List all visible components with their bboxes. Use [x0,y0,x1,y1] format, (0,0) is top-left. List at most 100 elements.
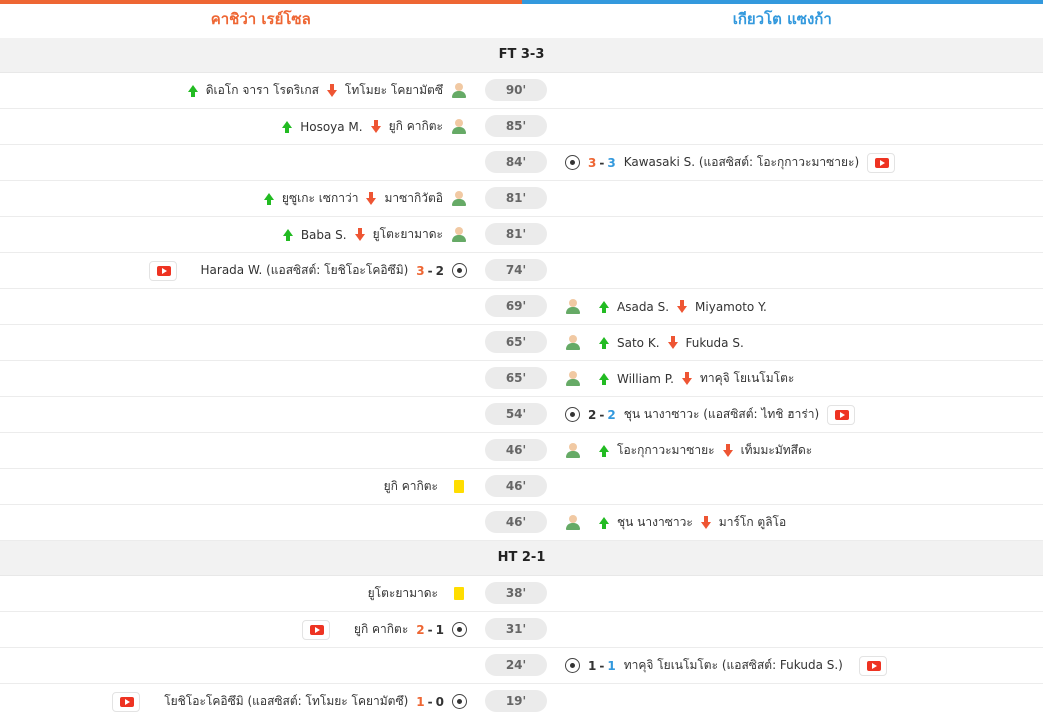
arrow-down-icon [327,90,337,97]
goal-score: 3-3 [588,156,616,170]
event-row: 65' William P. ทาคุจิ โยเนโมโตะ [0,361,1043,397]
goal-scorer[interactable]: ชุน นางาซาวะ (แอสซิสต์: ไทชิ ฮาร่า) [624,405,819,424]
event-minute: 84' [485,151,547,173]
event-row: 54' 2-2 ชุน นางาซาวะ (แอสซิสต์: ไทชิ ฮาร… [0,397,1043,433]
yellow-card-icon [454,480,464,493]
player-icon [565,371,581,386]
player-out[interactable]: โทโมยะ โคยามัตซึ [345,81,443,100]
event-minute: 65' [485,331,547,353]
goal-scorer[interactable]: Harada W. (แอสซิสต์: โยชิโอะโคอิซึมิ) [201,261,409,280]
score-separator: - [599,659,604,673]
arrow-up-icon [188,85,198,92]
booked-player[interactable]: ยูโตะยามาดะ [368,584,438,603]
player-in[interactable]: ยูซูเกะ เซกาว่า [282,189,359,208]
event-minute: 54' [485,403,547,425]
video-icon[interactable] [302,620,330,640]
player-out[interactable]: ยูโตะยามาดะ [373,225,443,244]
home-event: Baba S. ยูโตะยามาดะ [279,217,471,252]
arrow-up-icon [599,337,609,344]
player-in[interactable]: Baba S. [301,228,347,242]
arrow-down-icon [682,378,692,385]
player-icon [565,515,581,530]
football-icon [565,658,580,673]
arrow-up-icon [283,229,293,236]
score-separator: - [428,695,433,709]
event-minute: 65' [485,367,547,389]
goal-scorer[interactable]: Kawasaki S. (แอสซิสต์: โอะกุกาวะมาซายะ) [624,153,859,172]
player-out[interactable]: Fukuda S. [686,336,744,350]
event-minute: 81' [485,223,547,245]
event-row: ยูกิ คากิตะ 2-1 31' [0,612,1043,648]
football-icon [452,263,467,278]
score-away: 2 [607,408,615,422]
player-out[interactable]: มาซากิวัตอิ [384,189,443,208]
score-home: 1 [416,695,424,709]
score-away: 2 [436,264,444,278]
football-icon [452,694,467,709]
player-out[interactable]: เท็มมะมัทสึดะ [741,441,813,460]
player-in[interactable]: William P. [617,372,674,386]
player-out[interactable]: มาร์โก ตูลิโอ [719,513,786,532]
player-icon [451,83,467,98]
score-home: 2 [416,623,424,637]
event-row: 84' 3-3 Kawasaki S. (แอสซิสต์: โอะกุกาวะ… [0,145,1043,181]
video-icon[interactable] [859,656,887,676]
score-away: 3 [607,156,615,170]
arrow-down-icon [668,342,678,349]
away-event: William P. ทาคุจิ โยเนโมโตะ [561,361,798,396]
player-in[interactable]: ชุน นางาซาวะ [617,513,693,532]
away-team-name[interactable]: เกียวโต แซงก้า [522,0,1043,38]
halftime-score: HT 2-1 [0,541,1043,576]
player-icon [451,227,467,242]
away-event: ชุน นางาซาวะ มาร์โก ตูลิโอ [561,505,790,540]
home-event: โยชิโอะโคอิซึมิ (แอสซิสต์: โทโมยะ โคยามั… [108,684,471,719]
match-timeline: คาชิว่า เรย์โซล เกียวโต แซงก้า FT 3-3 ดิ… [0,0,1043,695]
score-separator: - [428,623,433,637]
player-in[interactable]: Asada S. [617,300,669,314]
teams-header: คาชิว่า เรย์โซล เกียวโต แซงก้า [0,0,1043,38]
arrow-down-icon [355,234,365,241]
goal-scorer[interactable]: ทาคุจิ โยเนโมโตะ (แอสซิสต์: Fukuda S.) [624,656,843,675]
home-team-name[interactable]: คาชิว่า เรย์โซล [0,0,522,38]
player-in[interactable]: โอะกุกาวะมาซายะ [617,441,715,460]
video-icon[interactable] [867,153,895,173]
home-event: ยูโตะยามาดะ [364,576,471,611]
home-event: ดิเอโก จารา โรดริเกส โทโมยะ โคยามัตซึ [184,73,471,108]
away-event: 1-1 ทาคุจิ โยเนโมโตะ (แอสซิสต์: Fukuda S… [561,648,891,683]
player-out[interactable]: ยูกิ คากิตะ [389,117,443,136]
arrow-up-icon [599,517,609,524]
event-minute: 90' [485,79,547,101]
event-minute: 74' [485,259,547,281]
arrow-down-icon [371,126,381,133]
event-row: 46' โอะกุกาวะมาซายะ เท็มมะมัทสึดะ [0,433,1043,469]
home-event: Hosoya M. ยูกิ คากิตะ [278,109,471,144]
player-in[interactable]: Sato K. [617,336,660,350]
home-event: ยูกิ คากิตะ 2-1 [298,612,471,647]
event-row: Hosoya M. ยูกิ คากิตะ 85' [0,109,1043,145]
goal-scorer[interactable]: ยูกิ คากิตะ [354,620,408,639]
goal-score: 1-0 [416,695,444,709]
video-icon[interactable] [149,261,177,281]
booked-player[interactable]: ยูกิ คากิตะ [384,477,438,496]
away-event: 2-2 ชุน นางาซาวะ (แอสซิสต์: ไทชิ ฮาร่า) [561,397,859,432]
player-out[interactable]: Miyamoto Y. [695,300,767,314]
event-minute: 46' [485,475,547,497]
event-row: ดิเอโก จารา โรดริเกส โทโมยะ โคยามัตซึ 90… [0,73,1043,109]
score-home: 3 [588,156,596,170]
arrow-up-icon [599,445,609,452]
arrow-up-icon [264,193,274,200]
event-row: Baba S. ยูโตะยามาดะ 81' [0,217,1043,253]
score-separator: - [599,156,604,170]
football-icon [452,622,467,637]
goal-score: 1-1 [588,659,616,673]
player-in[interactable]: Hosoya M. [300,120,362,134]
event-minute: 81' [485,187,547,209]
video-icon[interactable] [827,405,855,425]
player-out[interactable]: ทาคุจิ โยเนโมโตะ [700,369,794,388]
arrow-up-icon [599,301,609,308]
arrow-down-icon [677,306,687,313]
score-separator: - [428,264,433,278]
player-in[interactable]: ดิเอโก จารา โรดริเกส [206,81,319,100]
score-away: 0 [436,695,444,709]
event-row: ยูโตะยามาดะ 38' [0,576,1043,612]
